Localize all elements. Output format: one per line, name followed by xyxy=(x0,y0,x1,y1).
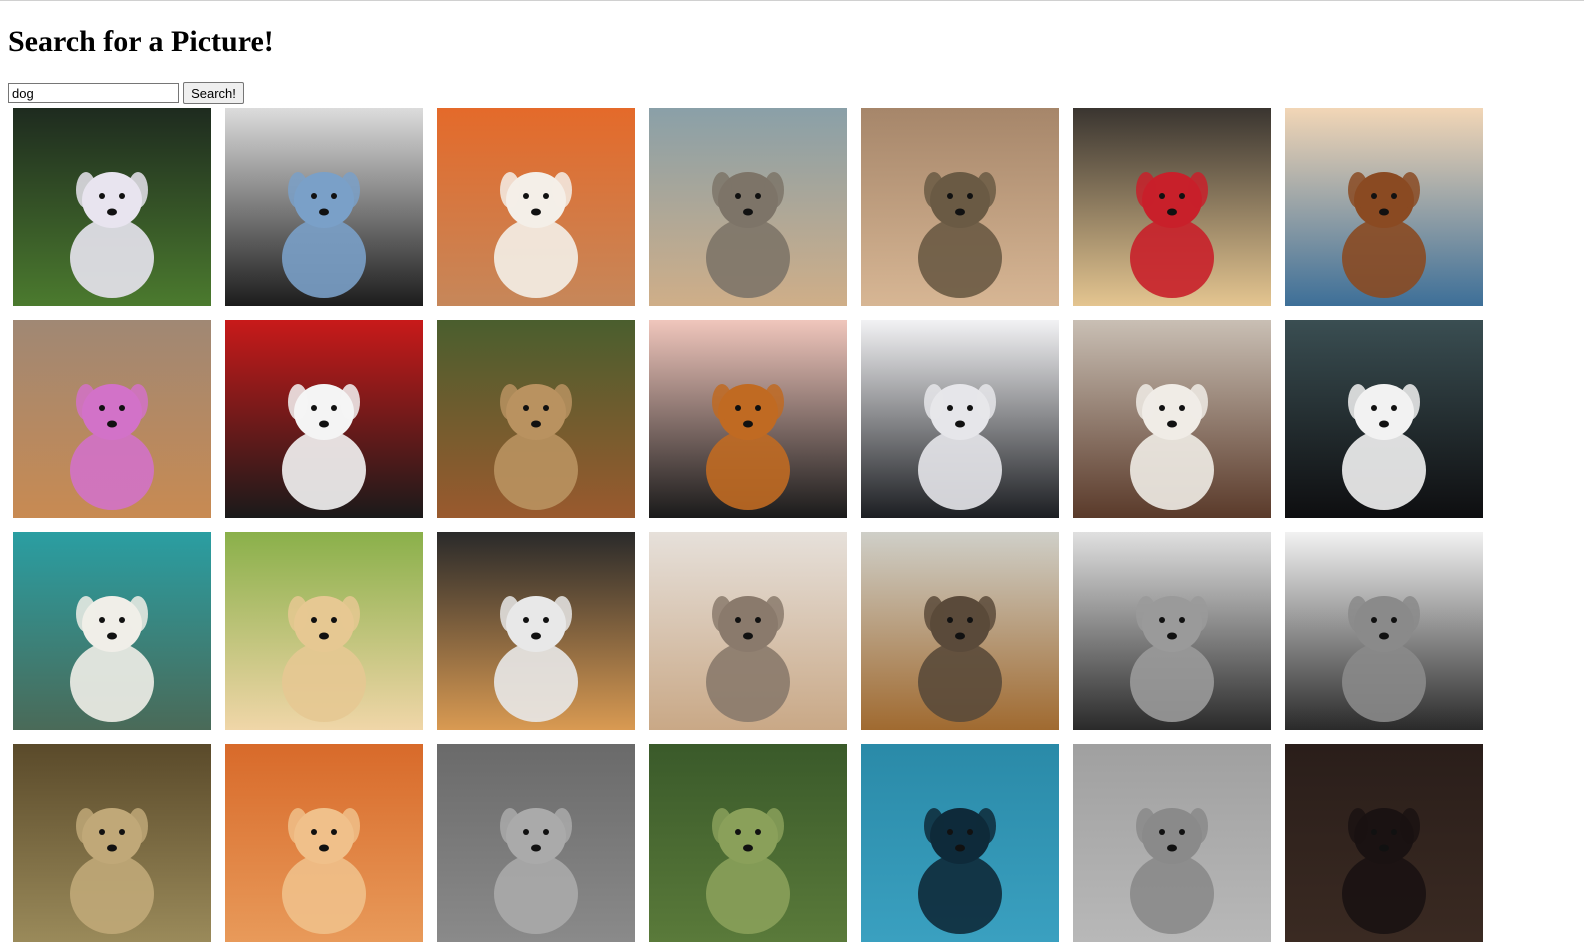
search-button[interactable]: Search! xyxy=(183,82,244,104)
result-image-black-pug-in-denim-jacket[interactable] xyxy=(225,108,423,306)
result-image-pug-on-couch[interactable] xyxy=(649,532,847,730)
top-divider xyxy=(0,0,1584,3)
search-input[interactable] xyxy=(8,83,179,103)
result-image-dog-on-sofa-by-window[interactable] xyxy=(861,532,1059,730)
result-image-black-labrador-white-room[interactable] xyxy=(861,320,1059,518)
result-image-partial-row-image-6[interactable] xyxy=(1073,744,1271,942)
result-image-partial-row-image-2[interactable] xyxy=(225,744,423,942)
result-image-black-pug-on-red[interactable] xyxy=(225,320,423,518)
result-image-aussie-dog-running-on-sand[interactable] xyxy=(1073,320,1271,518)
result-image-border-collie-smiling[interactable] xyxy=(1285,320,1483,518)
result-image-partial-row-image-7[interactable] xyxy=(1285,744,1483,942)
result-image-brown-dog-in-tall-grass[interactable] xyxy=(437,320,635,518)
result-image-golden-retriever-in-field[interactable] xyxy=(225,532,423,730)
result-image-white-dog-by-mountain-lake[interactable] xyxy=(13,532,211,730)
result-image-golden-retriever-pink-flower[interactable] xyxy=(13,320,211,518)
result-image-partial-row-image-5[interactable] xyxy=(861,744,1059,942)
result-image-tricolor-dog-pink-wall[interactable] xyxy=(649,320,847,518)
result-image-partial-row-image-3[interactable] xyxy=(437,744,635,942)
page-title: Search for a Picture! xyxy=(8,25,274,58)
result-image-black-and-white-pug[interactable] xyxy=(1073,532,1271,730)
result-image-corgi-on-orange-background[interactable] xyxy=(437,108,635,306)
result-image-puppy-with-flower-in-mouth[interactable] xyxy=(649,108,847,306)
result-image-fluffy-dog-with-sunglasses[interactable] xyxy=(437,532,635,730)
result-image-partial-row-image-1[interactable] xyxy=(13,744,211,942)
result-image-white-poodle-running-on-grass[interactable] xyxy=(13,108,211,306)
result-image-corgi-and-terrier-walking[interactable] xyxy=(861,108,1059,306)
result-image-partial-row-image-4[interactable] xyxy=(649,744,847,942)
result-image-dog-running-in-sea-waves[interactable] xyxy=(1285,108,1483,306)
result-image-golden-puppy-red-collar[interactable] xyxy=(1073,108,1271,306)
result-image-black-and-white-lab[interactable] xyxy=(1285,532,1483,730)
